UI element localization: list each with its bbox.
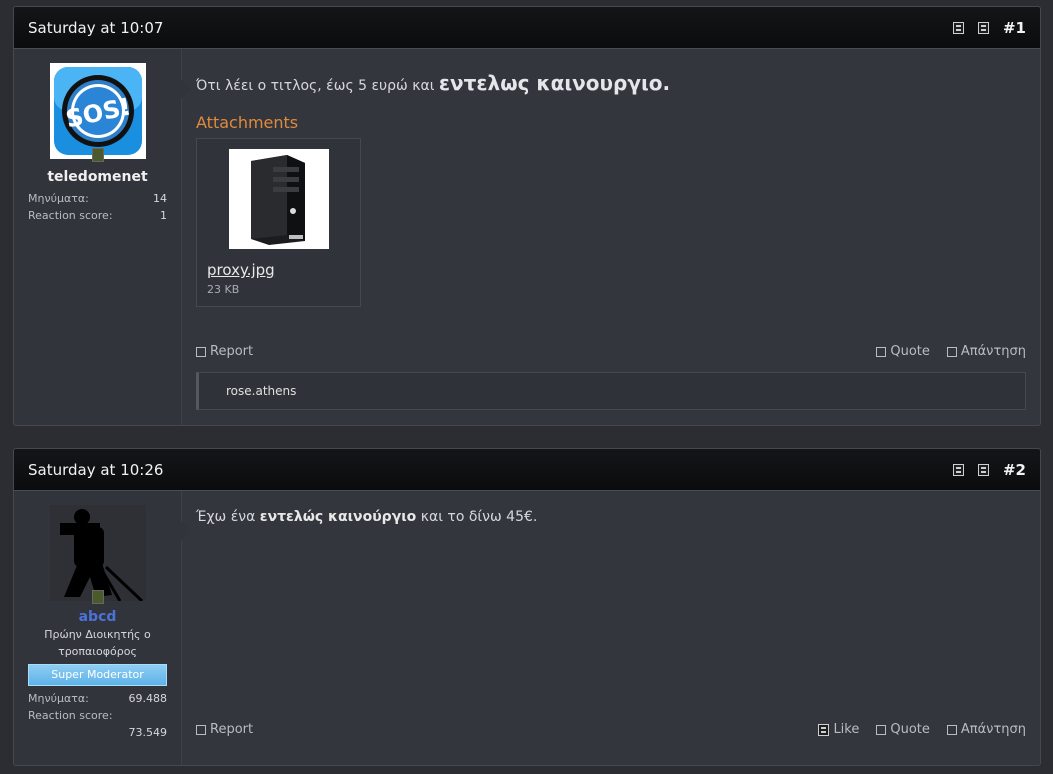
reply-button[interactable]: Απάντηση: [946, 344, 1026, 359]
moderator-banner: Super Moderator: [28, 664, 167, 686]
post-header: Saturday at 10:07 #1: [14, 7, 1040, 49]
post-2: Saturday at 10:26 #2 abcd Πρώην Διοικητή…: [13, 448, 1041, 766]
post-number[interactable]: #1: [1003, 19, 1026, 37]
stat-reaction-score: Reaction score:: [28, 709, 113, 722]
report-button[interactable]: Report: [196, 722, 253, 737]
stat-messages: Μηνύματα: 69.488: [28, 692, 167, 705]
like-icon: [818, 723, 830, 736]
like-button[interactable]: Like: [818, 722, 859, 737]
stat-messages: Μηνύματα: 14: [28, 192, 167, 205]
bookmark-icon[interactable]: [952, 463, 964, 476]
user-info: abcd Πρώην Διοικητής ο τροπαιοφόρος Supe…: [14, 491, 191, 765]
avatar[interactable]: [49, 505, 146, 604]
share-icon[interactable]: [977, 21, 989, 34]
post-actions: Report Like Quote Απάντηση: [196, 722, 1026, 737]
quote-button[interactable]: Quote: [876, 344, 930, 359]
attachments-title: Attachments: [196, 113, 299, 132]
signature: rose.athens: [196, 372, 1026, 410]
post-content: Έχω ένα εντελώς καινούργιο και το δίνω 4…: [182, 491, 1040, 765]
quote-icon: [876, 346, 887, 357]
stat-reaction-score: Reaction score: 1: [28, 209, 167, 222]
report-icon: [196, 346, 206, 357]
post-date[interactable]: Saturday at 10:07: [28, 19, 163, 37]
status-badge-icon: [91, 590, 104, 604]
username[interactable]: teledomenet: [28, 169, 167, 185]
bookmark-icon[interactable]: [952, 21, 964, 34]
post-header: Saturday at 10:26 #2: [14, 449, 1040, 491]
attachment-card[interactable]: proxy.jpg 23 KB: [196, 138, 361, 307]
avatar[interactable]: SOS!: [49, 63, 146, 162]
reply-icon: [946, 346, 957, 357]
report-icon: [196, 724, 206, 735]
user-info: SOS! teledomenet Μηνύματα: 14 Reaction s…: [14, 49, 191, 425]
attachment-thumbnail[interactable]: [228, 149, 329, 249]
status-badge-icon: [91, 148, 104, 162]
sos-avatar-icon: SOS!: [49, 63, 146, 159]
post-number[interactable]: #2: [1003, 461, 1026, 479]
post-1: Saturday at 10:07 #1 SOS! teledomenet Μη…: [13, 6, 1041, 426]
quote-button[interactable]: Quote: [876, 722, 930, 737]
quote-icon: [876, 724, 887, 735]
post-content: Ότι λέει ο τιτλος, έως 5 ευρώ και εντελω…: [182, 49, 1040, 425]
stat-reaction-value: 73.549: [128, 726, 168, 739]
message-text: Έχω ένα εντελώς καινούργιο και το δίνω 4…: [196, 509, 538, 525]
user-title: Πρώην Διοικητής ο τροπαιοφόρος: [44, 628, 151, 658]
post-date[interactable]: Saturday at 10:26: [28, 461, 163, 479]
username[interactable]: abcd: [28, 609, 167, 625]
message-text: Ότι λέει ο τιτλος, έως 5 ευρώ και εντελω…: [196, 71, 671, 95]
reply-button[interactable]: Απάντηση: [946, 722, 1026, 737]
reply-icon: [946, 724, 957, 735]
post-actions: Report Quote Απάντηση: [196, 344, 1026, 359]
attachment-size: 23 KB: [207, 283, 240, 296]
cameraman-avatar-icon: [49, 505, 146, 603]
attachment-name[interactable]: proxy.jpg: [207, 261, 350, 279]
pc-tower-icon: [250, 155, 305, 245]
share-icon[interactable]: [977, 463, 989, 476]
report-button[interactable]: Report: [196, 344, 253, 359]
